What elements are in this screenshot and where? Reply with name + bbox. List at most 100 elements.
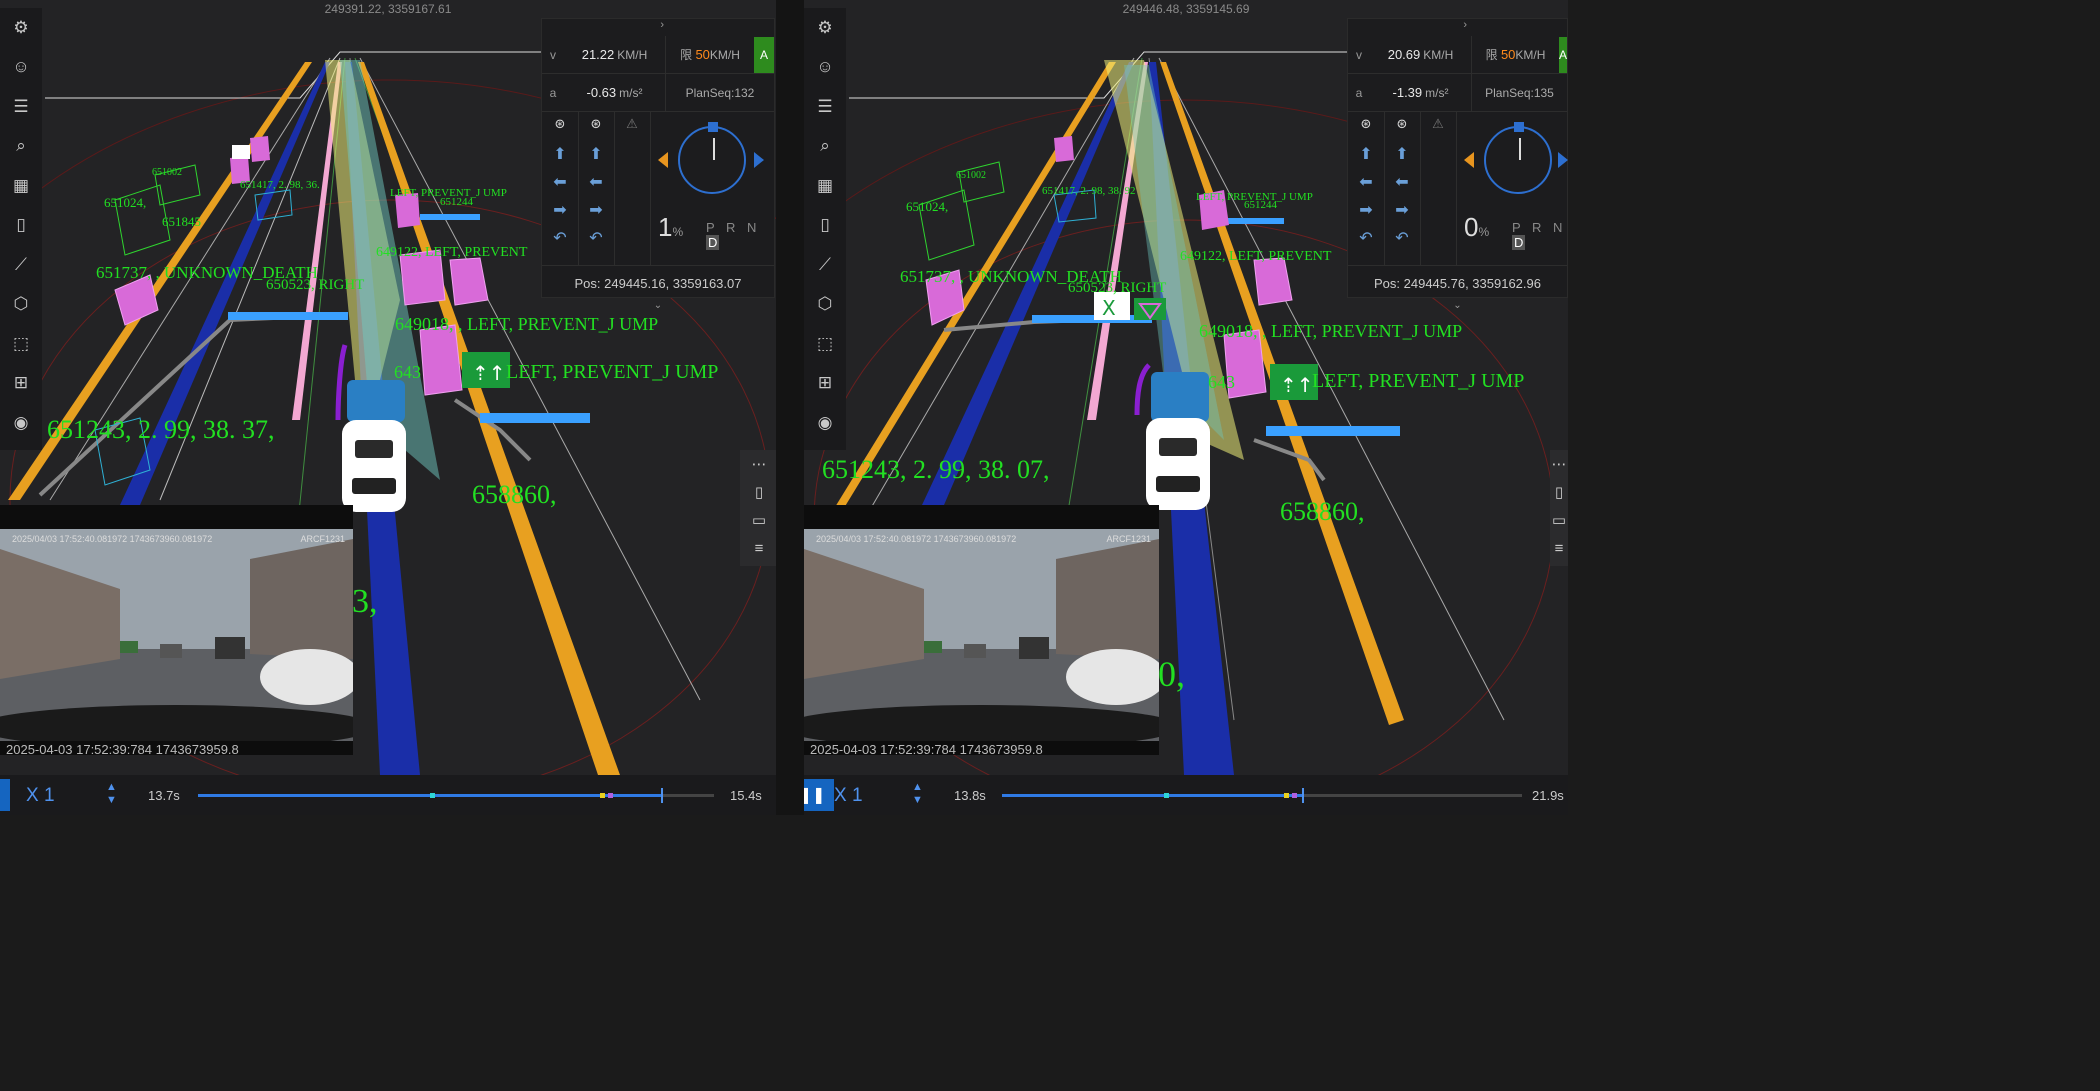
vehicle-status-panel: › v 21.22 KM/H 限 50KM/H A a -0.63 m/s² Pla… [541, 18, 775, 311]
comment-icon[interactable]: ▭ [752, 506, 766, 534]
plan-seq: PlanSeq:132 [685, 85, 755, 100]
overlay-label: 650523, RIGHT [266, 277, 364, 293]
autonomy-mode-badge: A [1559, 36, 1567, 73]
u-turn-icon: ↶ [553, 230, 567, 247]
arrow-up-icon: ⬆ [553, 146, 567, 163]
collapse-right-icon[interactable]: › [1348, 19, 1567, 36]
right-turn-signal-icon [754, 152, 764, 168]
timeline-fill [1002, 794, 1303, 797]
overlay-label-large: 3, [352, 583, 378, 620]
search-icon[interactable]: ⌕ [0, 127, 42, 167]
timeline-marker [1292, 793, 1297, 798]
velocity-value: 21.22 [581, 47, 615, 62]
layers-icon[interactable]: ▦ [804, 166, 846, 206]
throttle-unit: % [1478, 225, 1490, 239]
playback-speed[interactable]: X 1 [834, 785, 863, 807]
search-icon[interactable]: ⌕ [804, 127, 846, 167]
cube-icon[interactable]: ⬡ [804, 285, 846, 325]
gear-icon[interactable]: ⚙ [0, 8, 42, 48]
bounding-box-icon[interactable]: ⬚ [0, 324, 42, 364]
play-button[interactable] [0, 779, 10, 811]
camera-icon[interactable]: ◉ [804, 403, 846, 443]
layers-icon[interactable]: ▦ [0, 166, 42, 206]
smiley-icon[interactable]: ☺ [804, 48, 846, 88]
timeline-marker [600, 793, 605, 798]
timeline-marker [608, 793, 613, 798]
bookmark-icon[interactable]: ▯ [0, 206, 42, 246]
overlay-label: 651002 [956, 170, 986, 181]
svg-text:⇡↑: ⇡↑ [472, 361, 506, 385]
list-icon[interactable]: ≡ [755, 534, 764, 562]
speed-stepper-icon[interactable]: ▲ ▼ [106, 781, 117, 807]
warning-icon: ⚠ [626, 116, 638, 131]
steering-gauge [1484, 122, 1552, 194]
right-viewer-pane: X ⇡↑ 651737, , UNKNOWN_DEATH 649018, , L… [804, 0, 1568, 815]
grid-icon[interactable]: ⊞ [0, 364, 42, 404]
cube-icon[interactable]: ⬡ [0, 285, 42, 325]
timeline-slider[interactable] [198, 788, 714, 803]
pause-button[interactable]: ❚❚ [804, 779, 834, 811]
steering-wheel-icon: ⊛ [1360, 116, 1372, 131]
svg-text:X: X [1102, 296, 1116, 320]
arrow-left-icon: ⬅ [553, 174, 567, 191]
overlay-label-large: 658860, [472, 480, 557, 509]
timeline-marker [1284, 793, 1289, 798]
playback-bar: X 1 ▲ ▼ 13.7s 15.4s [0, 775, 776, 815]
steering-wheel-icon: ⊛ [590, 116, 602, 131]
speed-stepper-icon[interactable]: ▲ ▼ [912, 781, 923, 807]
left-turn-signal-icon [1464, 152, 1474, 168]
book-icon[interactable]: ▯ [755, 478, 763, 506]
drag-handle-icon[interactable]: ⋯ [752, 450, 767, 478]
throttle-unit: % [672, 225, 684, 239]
overlay-label: 650523, RIGHT [1068, 280, 1166, 296]
velocity-label: v [1356, 47, 1362, 62]
collapse-right-icon[interactable]: › [542, 19, 774, 36]
autonomy-mode-badge: A [754, 36, 774, 73]
overlay-label: 651024, [906, 199, 948, 214]
gear-active: D [1512, 235, 1526, 250]
sliders-icon[interactable]: ☰ [804, 87, 846, 127]
bounding-box-icon[interactable]: ⬚ [804, 324, 846, 364]
svg-text:⇡↑: ⇡↑ [1280, 373, 1314, 397]
list-icon[interactable]: ≡ [1555, 534, 1564, 562]
speed-limit-prefix: 限 [1485, 48, 1498, 62]
grid-icon[interactable]: ⊞ [804, 364, 846, 404]
accel-label: a [549, 85, 557, 100]
overlay-label: 651845 [162, 214, 201, 229]
gear-icon[interactable]: ⚙ [804, 8, 846, 48]
book-icon[interactable]: ▯ [1555, 478, 1563, 506]
timeline-slider[interactable] [1002, 788, 1522, 803]
overlay-label: 649122, LEFT, PREVENT [376, 245, 528, 260]
camera-device-id: ARCF1231 [1106, 534, 1151, 544]
gear-active: D [706, 235, 720, 250]
timeline-playhead[interactable] [1302, 788, 1305, 803]
overlay-label: 651002 [152, 167, 182, 178]
overlay-label: 643 [1208, 372, 1235, 392]
arrow-right-icon: ➡ [1359, 202, 1373, 219]
playback-speed[interactable]: X 1 [26, 785, 55, 807]
pane-divider[interactable] [776, 0, 804, 815]
bookmark-icon[interactable]: ▯ [804, 206, 846, 246]
timeline-playhead[interactable] [660, 788, 663, 803]
u-turn-icon: ↶ [1359, 230, 1373, 247]
sliders-icon[interactable]: ☰ [0, 87, 42, 127]
right-turn-signal-icon [1558, 152, 1568, 168]
current-time: 13.8s [954, 788, 986, 803]
camera-timestamp: 2025/04/03 17:52:40.081972 1743673960.08… [816, 534, 1017, 544]
overlay-label: 651417, 2. 98, 38. 92 [1042, 185, 1136, 197]
collapse-down-icon[interactable]: ⌄ [1348, 300, 1567, 311]
camera-feed: 2025/04/03 17:52:40.081972 1743673960.08… [0, 505, 353, 757]
ruler-icon[interactable]: ⟋ [0, 245, 42, 285]
left-turn-signal-icon [658, 152, 668, 168]
camera-icon[interactable]: ◉ [0, 403, 42, 443]
timeline-marker [430, 793, 435, 798]
position-readout: Pos: 249445.16, 3359163.07 [574, 275, 742, 291]
steering-gauge [678, 122, 746, 194]
speed-limit-prefix: 限 [680, 48, 693, 62]
accel-label: a [1355, 85, 1363, 100]
smiley-icon[interactable]: ☺ [0, 48, 42, 88]
comment-icon[interactable]: ▭ [1552, 506, 1566, 534]
ruler-icon[interactable]: ⟋ [804, 245, 846, 285]
collapse-down-icon[interactable]: ⌄ [542, 300, 774, 311]
drag-handle-icon[interactable]: ⋯ [1552, 450, 1567, 478]
